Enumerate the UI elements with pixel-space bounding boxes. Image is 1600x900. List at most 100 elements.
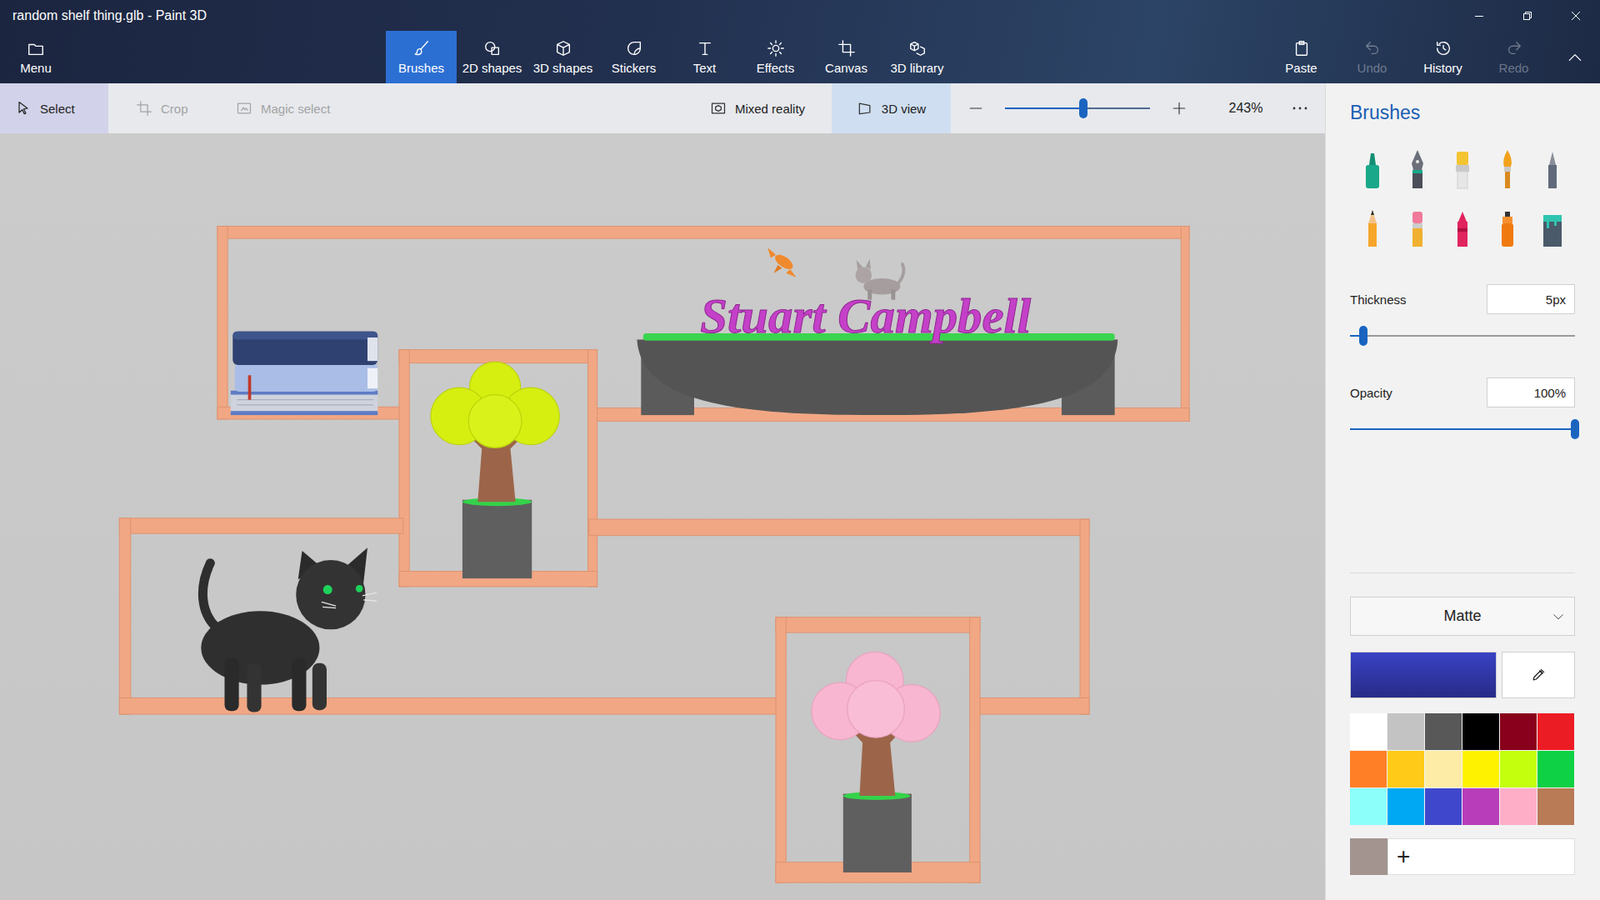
- brush-button[interactable]: [1395, 140, 1440, 199]
- tool-label: 2D shapes: [462, 60, 523, 75]
- tool-tab[interactable]: 3D library: [881, 30, 953, 84]
- close-button[interactable]: [1551, 0, 1600, 31]
- shelf-board: [1080, 519, 1090, 715]
- setting-slider[interactable]: [1350, 325, 1575, 346]
- palette-swatch[interactable]: [1425, 713, 1462, 750]
- current-color-swatch[interactable]: [1350, 651, 1497, 699]
- pink-tree[interactable]: [811, 651, 940, 873]
- selection-tool-label: Select: [40, 101, 75, 116]
- setting-input[interactable]: 100%: [1486, 377, 1575, 408]
- palette-swatch[interactable]: [1387, 750, 1425, 788]
- selection-tool-content: Magic select: [220, 83, 330, 134]
- palette-swatch[interactable]: [1500, 713, 1537, 750]
- view-3d-icon: [856, 100, 874, 117]
- custom-swatch[interactable]: [1350, 838, 1388, 875]
- text-tool-icon: [695, 39, 715, 58]
- shelf-board: [775, 617, 980, 633]
- selection-tool[interactable]: Select: [0, 83, 109, 134]
- fill-bucket-icon: [1540, 206, 1565, 249]
- scene-3d[interactable]: Stuart Campbell: [0, 133, 1325, 900]
- brush-button[interactable]: [1530, 140, 1575, 199]
- tool-label: Brushes: [398, 60, 445, 75]
- yellow-tree[interactable]: [430, 361, 560, 579]
- brush-button[interactable]: [1350, 198, 1395, 257]
- shelf-unit[interactable]: [119, 225, 1190, 883]
- palette-swatch[interactable]: [1537, 713, 1575, 750]
- palette-swatch[interactable]: [1350, 713, 1387, 750]
- palette-swatch[interactable]: [1350, 750, 1387, 788]
- palette-swatch[interactable]: [1462, 713, 1500, 750]
- collapse-button[interactable]: [1549, 30, 1600, 84]
- bowl[interactable]: [636, 333, 1118, 415]
- palette-swatch[interactable]: [1462, 788, 1500, 825]
- palette-swatch[interactable]: [1500, 788, 1537, 825]
- setting-input[interactable]: 5px: [1486, 284, 1575, 315]
- brush-button[interactable]: [1485, 140, 1530, 199]
- selection-tool: Crop: [120, 83, 217, 134]
- palette-swatch[interactable]: [1425, 788, 1462, 825]
- brush-button[interactable]: [1350, 140, 1395, 199]
- zoom-slider-track: [1005, 107, 1150, 110]
- tool-tab[interactable]: 3D shapes: [527, 30, 599, 84]
- zoom-percent: 243%: [1229, 100, 1264, 116]
- crop-icon: [135, 100, 153, 117]
- setting-slider-thumb[interactable]: [1570, 419, 1580, 440]
- shelf-board: [399, 350, 410, 587]
- brush-button[interactable]: [1530, 198, 1575, 257]
- zoom-in-button[interactable]: [1162, 83, 1196, 134]
- tool-tab[interactable]: Text: [669, 30, 740, 84]
- palette-swatch[interactable]: [1425, 750, 1462, 788]
- zoom-slider-thumb[interactable]: [1079, 98, 1088, 119]
- restore-button[interactable]: [1503, 0, 1552, 31]
- tool-tab[interactable]: 2D shapes: [456, 30, 528, 84]
- palette-swatch[interactable]: [1350, 788, 1387, 825]
- brush-button[interactable]: [1395, 198, 1440, 257]
- palette-swatch[interactable]: [1537, 788, 1575, 825]
- palette-swatch[interactable]: [1500, 750, 1537, 788]
- action-button[interactable]: Paste: [1265, 30, 1337, 84]
- restore-icon: [1522, 10, 1533, 21]
- cube-icon: [554, 39, 573, 58]
- toolbar: Menu Brushes 2D shapes 3D shapesStickersTex…: [0, 30, 1600, 84]
- view-3d-button[interactable]: 3D view: [831, 83, 951, 134]
- brush-button[interactable]: [1440, 140, 1485, 199]
- fish[interactable]: [767, 247, 796, 278]
- brush-button[interactable]: [1485, 198, 1530, 257]
- custom-color-row: +: [1350, 838, 1575, 875]
- palette-swatch[interactable]: [1387, 713, 1425, 750]
- minimize-button[interactable]: [1455, 0, 1504, 31]
- setting-value: 5px: [1545, 292, 1566, 307]
- shapes-2d-icon: [483, 39, 502, 58]
- 3d-text[interactable]: Stuart Campbell: [700, 289, 1032, 344]
- palette-swatch[interactable]: [1462, 750, 1500, 788]
- tool-tab[interactable]: Effects: [740, 30, 811, 84]
- action-button[interactable]: History: [1407, 30, 1479, 84]
- action-label: History: [1423, 60, 1463, 75]
- tool-label: Effects: [756, 60, 795, 75]
- view-label: 3D view: [881, 101, 926, 116]
- eyedropper-button[interactable]: [1501, 651, 1575, 699]
- menu-button[interactable]: Menu: [0, 30, 72, 84]
- mixed-reality-icon: [710, 100, 727, 117]
- mixed-reality-button[interactable]: Mixed reality: [700, 83, 815, 134]
- setting-slider[interactable]: [1350, 419, 1575, 440]
- palette-swatch[interactable]: [1537, 750, 1575, 788]
- tool-tab[interactable]: Canvas: [810, 30, 882, 84]
- add-color-button[interactable]: +: [1387, 838, 1575, 875]
- more-button[interactable]: [1279, 83, 1321, 134]
- zoom-out-button[interactable]: [959, 83, 993, 134]
- brush-button[interactable]: [1440, 198, 1485, 257]
- setting-slider-thumb[interactable]: [1359, 325, 1368, 346]
- eraser-icon: [1405, 206, 1430, 249]
- tool-tab[interactable]: Stickers: [598, 30, 670, 84]
- finish-dropdown[interactable]: Matte: [1350, 596, 1575, 636]
- zoom-slider-area: [1005, 83, 1150, 134]
- zoom-slider[interactable]: [1005, 98, 1150, 119]
- palette-swatch[interactable]: [1387, 788, 1425, 825]
- book-stack[interactable]: [230, 331, 378, 415]
- shelf-board: [217, 225, 1190, 239]
- pixel-pen-icon: [1540, 148, 1565, 190]
- black-cat[interactable]: [200, 547, 377, 712]
- tool-tab[interactable]: Brushes: [385, 30, 457, 84]
- canvas[interactable]: Stuart Campbell: [0, 133, 1325, 900]
